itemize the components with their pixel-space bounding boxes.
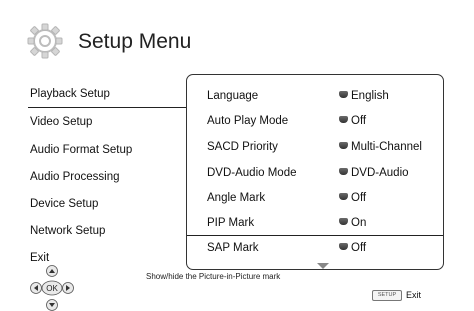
gear-icon xyxy=(26,22,64,60)
menu-item-audio-format-setup[interactable]: Audio Format Setup xyxy=(30,144,132,162)
setting-value: Multi-Channel xyxy=(339,141,422,153)
exit-hint-label: Exit xyxy=(406,290,422,300)
setting-row-language[interactable]: Language English xyxy=(187,87,443,109)
bullet-icon xyxy=(339,116,348,123)
header: Setup Menu xyxy=(18,22,458,66)
setting-row-sap-mark[interactable]: SAP Mark Off xyxy=(187,239,443,261)
setting-label: Language xyxy=(207,90,259,102)
setting-label: DVD-Audio Mode xyxy=(207,167,297,179)
setting-value: DVD-Audio xyxy=(339,167,409,179)
menu-item-network-setup[interactable]: Network Setup xyxy=(30,225,105,243)
setting-value: Off xyxy=(339,242,366,254)
setting-value: On xyxy=(339,217,366,229)
setting-value: Off xyxy=(339,192,366,204)
bullet-icon xyxy=(339,91,348,98)
setting-label: Angle Mark xyxy=(207,192,266,204)
bullet-icon xyxy=(339,218,348,225)
bullet-icon xyxy=(339,243,348,250)
help-hint-text: Show/hide the Picture-in-Picture mark xyxy=(146,272,281,281)
setting-row-angle-mark[interactable]: Angle Mark Off xyxy=(187,189,443,211)
setting-value: English xyxy=(339,90,389,102)
page-title: Setup Menu xyxy=(78,30,192,53)
menu-item-device-setup[interactable]: Device Setup xyxy=(30,198,98,216)
scroll-down-icon[interactable] xyxy=(317,263,329,269)
setting-row-sacd-priority[interactable]: SACD Priority Multi-Channel xyxy=(187,138,443,160)
setting-label: SACD Priority xyxy=(207,141,278,153)
navigation-pad-icon: OK xyxy=(30,265,74,311)
menu-item-playback-setup[interactable]: Playback Setup xyxy=(28,88,188,108)
menu-item-video-setup[interactable]: Video Setup xyxy=(30,116,92,134)
setting-row-auto-play-mode[interactable]: Auto Play Mode Off xyxy=(187,112,443,134)
menu-item-audio-processing[interactable]: Audio Processing xyxy=(30,171,120,189)
bullet-icon xyxy=(339,193,348,200)
setting-row-pip-mark[interactable]: PIP Mark On xyxy=(187,214,443,236)
setting-value: Off xyxy=(339,115,366,127)
setting-label: Auto Play Mode xyxy=(207,115,289,127)
setting-row-dvd-audio-mode[interactable]: DVD-Audio Mode DVD-Audio xyxy=(187,164,443,186)
svg-text:OK: OK xyxy=(46,284,58,293)
setting-label: SAP Mark xyxy=(207,242,259,254)
bullet-icon xyxy=(339,142,348,149)
bullet-icon xyxy=(339,168,348,175)
setting-label: PIP Mark xyxy=(207,217,255,229)
setup-key-icon: SETUP xyxy=(372,290,402,301)
playback-settings-panel: Language English Auto Play Mode Off SACD… xyxy=(186,74,444,270)
